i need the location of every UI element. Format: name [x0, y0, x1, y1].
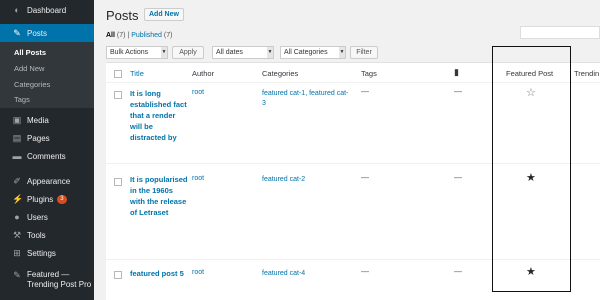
sidebar-item-dashboard[interactable]: ◐ Dashboard [0, 2, 94, 18]
sidebar-item-users[interactable]: ● Users [0, 209, 94, 225]
chevron-down-icon: ▼ [267, 47, 273, 58]
filter-all-link[interactable]: All [106, 32, 115, 39]
sidebar-item-posts[interactable]: ✎ Posts [0, 24, 94, 42]
sidebar-item-appearance[interactable]: ✐ Appearance [0, 173, 94, 189]
filter-all-count: (7) [116, 32, 126, 39]
admin-sidebar: ◐ Dashboard ✎ Posts All Posts Add New Ca… [0, 0, 94, 300]
post-author-link[interactable]: root [192, 175, 204, 182]
sidebar-item-label: Users [27, 212, 48, 222]
users-icon: ● [14, 212, 20, 222]
sidebar-item-label: Appearance [27, 176, 71, 186]
sidebar-item-label: Comments [27, 151, 66, 161]
row-checkbox[interactable] [114, 91, 122, 99]
submenu-all-posts[interactable]: All Posts [14, 48, 46, 57]
category-filter-select[interactable]: All Categories ▼ [280, 46, 346, 59]
sidebar-item-label: Dashboard [27, 5, 67, 15]
page-title: Posts [106, 8, 139, 23]
plug-icon: ⚡ [12, 194, 24, 204]
column-title-header[interactable]: Title [130, 69, 144, 78]
media-icon: ▣ [12, 115, 22, 125]
chevron-down-icon: ▼ [161, 47, 167, 58]
sidebar-item-tools[interactable]: ⚒ Tools [0, 227, 94, 243]
bulk-actions-select[interactable]: Bulk Actions ▼ [106, 46, 168, 59]
sidebar-item-label: Pages [27, 133, 50, 143]
sidebar-item-settings[interactable]: ⊞ Settings [0, 245, 94, 261]
column-tags-header: Tags [361, 69, 377, 78]
filter-button[interactable]: Filter [350, 46, 378, 59]
sidebar-item-label: Tools [27, 230, 46, 240]
date-filter-value: All dates [216, 49, 243, 56]
post-title-link[interactable]: It is popularised in the 1960s with the … [130, 174, 188, 218]
column-trending-header: Trendin [574, 69, 600, 78]
submenu-add-new[interactable]: Add New [14, 64, 44, 73]
sidebar-item-pages[interactable]: ▤ Pages [0, 130, 94, 146]
filter-published-count: (7) [163, 32, 173, 39]
submenu-tags[interactable]: Tags [14, 95, 30, 104]
add-new-button[interactable]: Add New [144, 8, 184, 21]
settings-icon: ⊞ [13, 248, 21, 258]
pin-icon: ✎ [13, 270, 21, 280]
post-comments-value: — [454, 173, 462, 182]
post-tags-value: — [361, 173, 369, 182]
status-filter-links: All (7) | Published (7) [106, 32, 172, 39]
pin-icon: ✎ [13, 28, 21, 38]
post-tags-value: — [361, 87, 369, 96]
post-comments-value: — [454, 87, 462, 96]
row-checkbox[interactable] [114, 271, 122, 279]
post-tags-value: — [361, 267, 369, 276]
category-filter-value: All Categories [284, 49, 328, 56]
search-input[interactable] [520, 26, 600, 39]
row-checkbox[interactable] [114, 178, 122, 186]
sidebar-item-featured-trending[interactable]: ✎ Featured — Trending Post Pro [0, 270, 94, 294]
post-comments-value: — [454, 267, 462, 276]
sidebar-item-label: Settings [27, 248, 56, 258]
sidebar-item-comments[interactable]: ▬ Comments [0, 148, 94, 164]
sidebar-item-plugins[interactable]: ⚡ Plugins 3 [0, 191, 94, 207]
post-categories-link[interactable]: featured cat-1, featured cat-3 [262, 89, 352, 109]
sidebar-item-label: Posts [27, 28, 48, 38]
post-categories-link[interactable]: featured cat-2 [262, 175, 352, 185]
post-author-link[interactable]: root [192, 269, 204, 276]
post-author-link[interactable]: root [192, 89, 204, 96]
select-all-checkbox[interactable] [114, 70, 122, 78]
date-filter-select[interactable]: All dates ▼ [212, 46, 274, 59]
wrench-icon: ⚒ [12, 230, 22, 240]
featured-column-highlight [492, 46, 571, 292]
filter-separator: | [127, 32, 130, 39]
posts-submenu: All Posts Add New Categories Tags [0, 42, 94, 108]
post-title-link[interactable]: It is long established fact that a rende… [130, 88, 188, 143]
brush-icon: ✐ [13, 176, 21, 186]
column-categories-header: Categories [262, 69, 299, 78]
dashboard-icon: ◐ [14, 5, 20, 15]
post-title-link[interactable]: featured post 5 [130, 268, 188, 279]
submenu-categories[interactable]: Categories [14, 80, 50, 89]
comments-icon: ▬ [12, 151, 22, 161]
comment-bubble-icon[interactable]: ▮ [454, 67, 459, 78]
column-author-header: Author [192, 69, 215, 78]
sidebar-item-media[interactable]: ▣ Media [0, 112, 94, 128]
pages-icon: ▤ [12, 133, 22, 143]
post-categories-link[interactable]: featured cat-4 [262, 269, 352, 279]
apply-button[interactable]: Apply [172, 46, 204, 59]
sidebar-item-label: Featured — [27, 270, 70, 279]
update-count-badge: 3 [57, 194, 67, 204]
chevron-down-icon: ▼ [339, 47, 345, 58]
sidebar-item-label: Plugins [27, 194, 54, 204]
bulk-actions-value: Bulk Actions [110, 49, 149, 56]
sidebar-item-label: Media [27, 115, 49, 125]
filter-published-link[interactable]: Published [131, 32, 162, 39]
sidebar-item-label-line2: Trending Post Pro [27, 280, 92, 289]
